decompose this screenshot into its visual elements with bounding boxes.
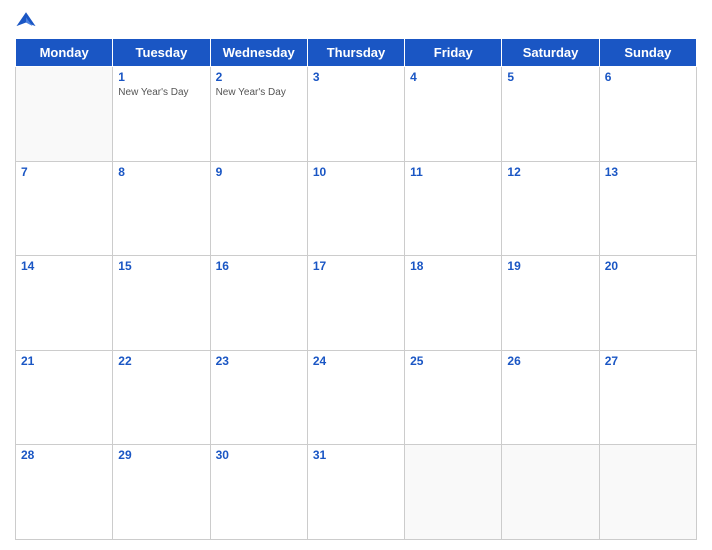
calendar-cell: 12 — [502, 161, 599, 256]
day-number: 6 — [605, 70, 691, 84]
calendar-week-3: 14 15 16 17 18 19 20 — [16, 256, 697, 351]
day-number: 17 — [313, 259, 399, 273]
weekday-monday: Monday — [16, 39, 113, 67]
calendar-cell: 4 — [405, 67, 502, 162]
day-number: 18 — [410, 259, 496, 273]
calendar-cell: 2 New Year's Day — [210, 67, 307, 162]
calendar-cell: 29 — [113, 445, 210, 540]
holiday-label: New Year's Day — [118, 86, 204, 99]
day-number: 14 — [21, 259, 107, 273]
calendar-cell: 1 New Year's Day — [113, 67, 210, 162]
day-number: 26 — [507, 354, 593, 368]
weekday-tuesday: Tuesday — [113, 39, 210, 67]
day-number: 27 — [605, 354, 691, 368]
calendar-cell — [405, 445, 502, 540]
day-number: 22 — [118, 354, 204, 368]
calendar-cell: 20 — [599, 256, 696, 351]
day-number: 25 — [410, 354, 496, 368]
calendar-week-4: 21 22 23 24 25 26 27 — [16, 350, 697, 445]
day-number: 21 — [21, 354, 107, 368]
holiday-label: New Year's Day — [216, 86, 302, 99]
day-number: 29 — [118, 448, 204, 462]
day-number: 11 — [410, 165, 496, 179]
calendar-cell: 25 — [405, 350, 502, 445]
day-number: 16 — [216, 259, 302, 273]
day-number: 9 — [216, 165, 302, 179]
calendar-cell: 9 — [210, 161, 307, 256]
calendar-body: 1 New Year's Day 2 New Year's Day 3456 789 10 1… — [16, 67, 697, 540]
calendar-cell: 30 — [210, 445, 307, 540]
calendar-cell: 24 — [307, 350, 404, 445]
day-number: 5 — [507, 70, 593, 84]
weekday-sunday: Sunday — [599, 39, 696, 67]
calendar-cell: 13 — [599, 161, 696, 256]
calendar-cell: 7 — [16, 161, 113, 256]
day-number: 10 — [313, 165, 399, 179]
day-number: 1 — [118, 70, 204, 84]
day-number: 8 — [118, 165, 204, 179]
day-number: 13 — [605, 165, 691, 179]
logo-icon — [15, 10, 37, 32]
calendar-cell: 11 — [405, 161, 502, 256]
day-number: 12 — [507, 165, 593, 179]
weekday-header-row: MondayTuesdayWednesdayThursdayFridaySatu… — [16, 39, 697, 67]
calendar-cell: 10 — [307, 161, 404, 256]
calendar-cell — [16, 67, 113, 162]
calendar-cell: 16 — [210, 256, 307, 351]
weekday-wednesday: Wednesday — [210, 39, 307, 67]
calendar-week-1: 1 New Year's Day 2 New Year's Day 3456 — [16, 67, 697, 162]
weekday-friday: Friday — [405, 39, 502, 67]
calendar-week-5: 28 29 30 31 — [16, 445, 697, 540]
calendar-cell: 5 — [502, 67, 599, 162]
day-number: 23 — [216, 354, 302, 368]
calendar-cell: 6 — [599, 67, 696, 162]
calendar-table: MondayTuesdayWednesdayThursdayFridaySatu… — [15, 38, 697, 540]
day-number: 20 — [605, 259, 691, 273]
calendar-cell: 3 — [307, 67, 404, 162]
day-number: 3 — [313, 70, 399, 84]
calendar-cell: 8 — [113, 161, 210, 256]
calendar-cell: 27 — [599, 350, 696, 445]
calendar-cell: 31 — [307, 445, 404, 540]
day-number: 28 — [21, 448, 107, 462]
calendar-cell: 19 — [502, 256, 599, 351]
calendar-cell: 28 — [16, 445, 113, 540]
logo — [15, 10, 41, 32]
page-header — [15, 10, 697, 32]
weekday-saturday: Saturday — [502, 39, 599, 67]
calendar-header: MondayTuesdayWednesdayThursdayFridaySatu… — [16, 39, 697, 67]
calendar-cell — [502, 445, 599, 540]
calendar-cell: 14 — [16, 256, 113, 351]
calendar-cell: 18 — [405, 256, 502, 351]
day-number: 4 — [410, 70, 496, 84]
day-number: 19 — [507, 259, 593, 273]
calendar-cell: 23 — [210, 350, 307, 445]
weekday-thursday: Thursday — [307, 39, 404, 67]
day-number: 7 — [21, 165, 107, 179]
calendar-cell: 15 — [113, 256, 210, 351]
calendar-cell: 21 — [16, 350, 113, 445]
day-number: 15 — [118, 259, 204, 273]
calendar-cell: 22 — [113, 350, 210, 445]
day-number: 24 — [313, 354, 399, 368]
calendar-cell: 17 — [307, 256, 404, 351]
day-number: 2 — [216, 70, 302, 84]
day-number: 30 — [216, 448, 302, 462]
calendar-week-2: 789 10 11 12 13 — [16, 161, 697, 256]
day-number: 31 — [313, 448, 399, 462]
calendar-cell — [599, 445, 696, 540]
calendar-cell: 26 — [502, 350, 599, 445]
